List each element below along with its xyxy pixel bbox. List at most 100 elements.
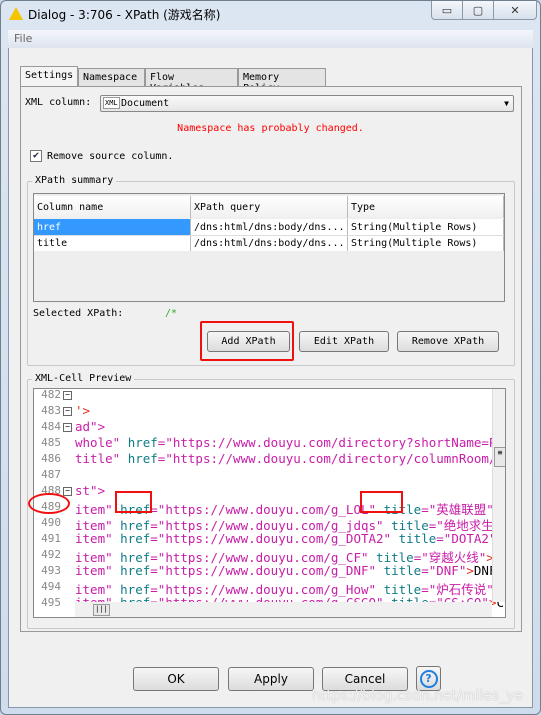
remove-source-label: Remove source column.: [47, 151, 174, 162]
help-icon: ?: [419, 669, 438, 688]
fold-toggle-icon[interactable]: −: [63, 487, 72, 496]
code-token: ="https://www.douyu.com/g_CF": [150, 550, 377, 565]
fold-toggle-icon[interactable]: −: [63, 407, 72, 416]
code-line: 494 item" href="https://www.douyu.com/g_H…: [34, 579, 505, 597]
xml-column-value: Document: [121, 98, 170, 109]
code-token: item": [75, 502, 121, 517]
cell-type: String(Multiple Rows): [348, 236, 504, 251]
menu-file[interactable]: File: [14, 32, 32, 45]
code-token: item": [75, 550, 121, 565]
code-text: ad">: [75, 419, 105, 434]
table-row[interactable]: href /dns:html/dns:body/dns... String(Mu…: [34, 219, 504, 235]
line-number: 491: [41, 532, 61, 545]
line-number: 486: [41, 452, 61, 465]
code-token: ad">: [75, 419, 106, 434]
code-line: 485 whole" href="https://www.douyu.com/di…: [34, 435, 505, 451]
code-token: title: [383, 582, 422, 597]
code-token: href: [120, 582, 151, 597]
code-token: href: [127, 435, 158, 450]
line-number: 482: [41, 388, 61, 401]
code-line: 492 item" href="https://www.douyu.com/g_C…: [34, 547, 505, 565]
window-title: Dialog - 3:706 - XPath (游戏名称): [28, 8, 221, 22]
highlight-line-number: [28, 493, 70, 514]
highlight-box: [200, 321, 294, 361]
line-number: 484: [41, 420, 61, 433]
selected-xpath-value: /*: [165, 308, 178, 319]
code-line: 482−: [34, 388, 494, 403]
code-token: ="https://www.douyu.com/g_jdqs": [150, 518, 392, 533]
tab-flow-variables[interactable]: Flow Variables: [145, 68, 238, 94]
table-header: Column name XPath query Type: [34, 196, 504, 218]
code-token: title: [391, 518, 429, 533]
scroll-thumb[interactable]: ≡: [494, 447, 505, 467]
code-token: ="绝地求生": [428, 518, 502, 533]
tab-namespace[interactable]: Namespace: [78, 68, 145, 87]
code-line: 488− st">: [34, 483, 494, 499]
code-token: ="炉石传说": [421, 582, 494, 597]
ok-button[interactable]: OK: [133, 667, 219, 691]
vertical-scrollbar[interactable]: ≡: [492, 389, 505, 602]
code-token: ="https://www.douyu.com/directory/column…: [157, 451, 506, 466]
line-number: 494: [41, 580, 61, 593]
code-token: '>: [75, 403, 91, 418]
cell-xpath-query: /dns:html/dns:body/dns...: [191, 219, 348, 235]
table-row[interactable]: title /dns:html/dns:body/dns... String(M…: [34, 235, 504, 251]
code-text: item" href="https://www.douyu.com/g_CF" …: [75, 547, 505, 566]
code-token: ="https://www.douyu.com/directory?shortN…: [157, 435, 506, 450]
horizontal-scrollbar[interactable]: |||: [75, 602, 492, 617]
window-controls: ▭ ▢ ✕: [431, 1, 537, 20]
xpath-summary-table: Column name XPath query Type href /dns:h…: [33, 193, 505, 302]
code-text: st">: [75, 483, 105, 498]
code-token: ="穿越火线": [413, 550, 487, 565]
line-number: 487: [41, 468, 61, 481]
remove-source-checkbox[interactable]: ✔: [30, 150, 42, 162]
apply-button[interactable]: Apply: [228, 667, 314, 691]
app-warning-icon: [9, 7, 23, 20]
code-line: 487: [34, 467, 494, 483]
tab-settings[interactable]: Settings: [20, 66, 78, 87]
code-token: ="https://www.douyu.com/g_LOL": [150, 502, 384, 517]
line-number: 493: [41, 564, 61, 577]
highlight-title: [360, 491, 403, 513]
restore-button[interactable]: ▢: [463, 1, 494, 19]
h-scroll-thumb[interactable]: |||: [93, 604, 110, 616]
xml-preview-title: XML-Cell Preview: [32, 373, 135, 384]
namespace-warning: Namespace has probably changed.: [177, 123, 364, 134]
code-token: href: [120, 550, 151, 565]
menu-bar: File: [8, 30, 533, 48]
code-token: whole": [75, 435, 128, 450]
code-token: item": [75, 518, 121, 533]
code-token: title: [376, 550, 414, 565]
selected-xpath-label: Selected XPath:: [33, 308, 124, 319]
code-text: item" href="https://www.douyu.com/g_How"…: [75, 579, 505, 598]
cell-type: String(Multiple Rows): [348, 219, 504, 235]
xml-column-label: XML column:: [25, 97, 92, 108]
code-token: ="https://www.douyu.com/g_How": [150, 582, 384, 597]
line-number: 495: [41, 596, 61, 609]
cell-column-name: title: [34, 236, 191, 251]
xml-column-select[interactable]: XML Document ▼: [100, 95, 514, 112]
cell-column-name: href: [34, 219, 191, 235]
fold-toggle-icon[interactable]: −: [63, 391, 72, 400]
line-number: 483: [41, 404, 61, 417]
code-token: href: [120, 518, 151, 533]
highlight-href: [115, 491, 152, 513]
close-button[interactable]: ✕: [494, 1, 536, 19]
line-number: 492: [41, 548, 61, 561]
minimize-button[interactable]: ▭: [432, 1, 463, 19]
xml-type-icon: XML: [103, 97, 120, 109]
xpath-summary-title: XPath summary: [32, 175, 117, 186]
watermark: https://blog.csdn.net/miles_ye: [312, 688, 523, 704]
code-line: 489 item" href="https://www.douyu.com/g_L…: [34, 499, 505, 517]
column-header-query[interactable]: XPath query: [191, 196, 348, 218]
code-text: title" href="https://www.douyu.com/direc…: [75, 451, 506, 466]
remove-xpath-button[interactable]: Remove XPath: [397, 331, 499, 352]
column-header-type[interactable]: Type: [348, 196, 504, 218]
column-header-name[interactable]: Column name: [34, 196, 191, 218]
edit-xpath-button[interactable]: Edit XPath: [299, 331, 389, 352]
xml-preview-editor[interactable]: 495item" href="https://www.douyu.com/g_C…: [33, 388, 506, 618]
code-line: 484− ad">: [34, 419, 494, 435]
code-token: ="英雄联盟": [421, 502, 494, 517]
tab-memory-policy[interactable]: Memory Policy: [238, 68, 326, 94]
fold-toggle-icon[interactable]: −: [63, 423, 72, 432]
